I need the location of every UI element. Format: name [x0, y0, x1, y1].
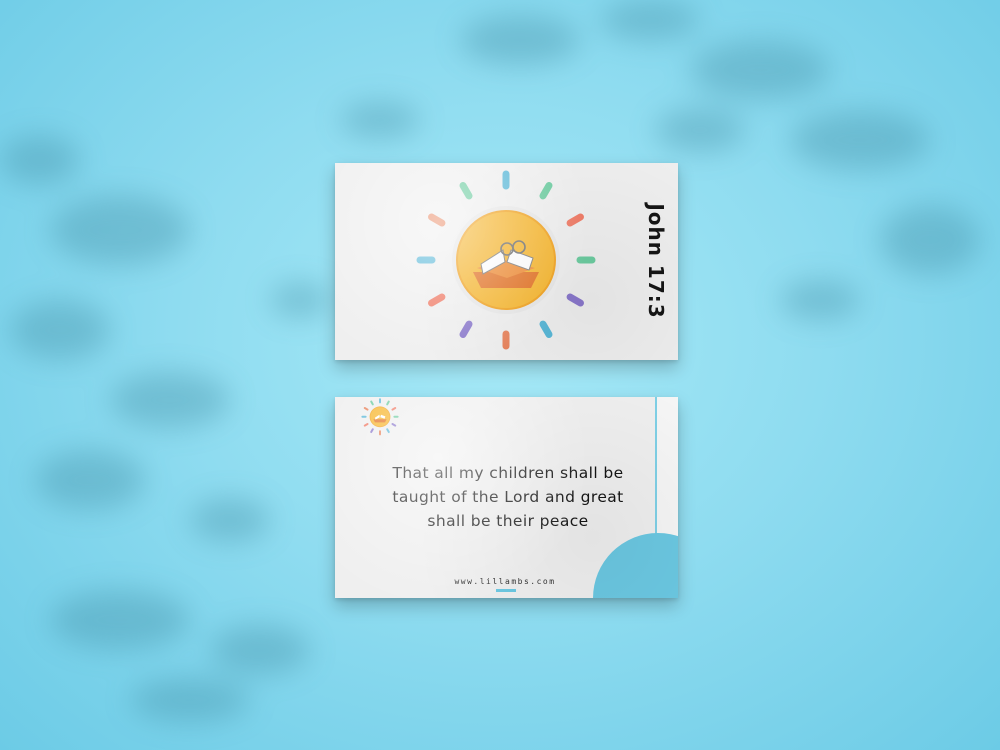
- sun-book-glasses-icon: [361, 398, 399, 436]
- sun-book-glasses-icon: [416, 170, 596, 350]
- sun-ray: [391, 407, 397, 411]
- sun-ray: [566, 293, 584, 307]
- sun-ray: [539, 182, 553, 200]
- sun-ray: [566, 213, 584, 227]
- sun-ray: [428, 213, 446, 227]
- background: [0, 0, 1000, 750]
- sun-ray: [370, 428, 374, 434]
- flashcard-front: John 17:3: [335, 163, 678, 360]
- corner-circle-accent: [593, 533, 678, 598]
- sun-ray: [363, 407, 369, 411]
- sun-ray: [386, 428, 390, 434]
- sun-ray: [459, 182, 473, 200]
- sun-ray: [459, 320, 473, 338]
- sun-ray: [363, 423, 369, 427]
- verse-text: That all my children shall be taught of …: [392, 464, 624, 530]
- website-url: www.lillambs.com: [454, 577, 556, 586]
- flashcard-back: That all my children shall be taught of …: [335, 397, 678, 598]
- sun-ray: [386, 400, 390, 406]
- sun-ray: [391, 423, 397, 427]
- verse-reference: John 17:3: [644, 203, 668, 319]
- sun-ray: [539, 320, 553, 338]
- website-underline: [496, 589, 516, 592]
- sun-ray: [370, 400, 374, 406]
- sun-ray: [428, 293, 446, 307]
